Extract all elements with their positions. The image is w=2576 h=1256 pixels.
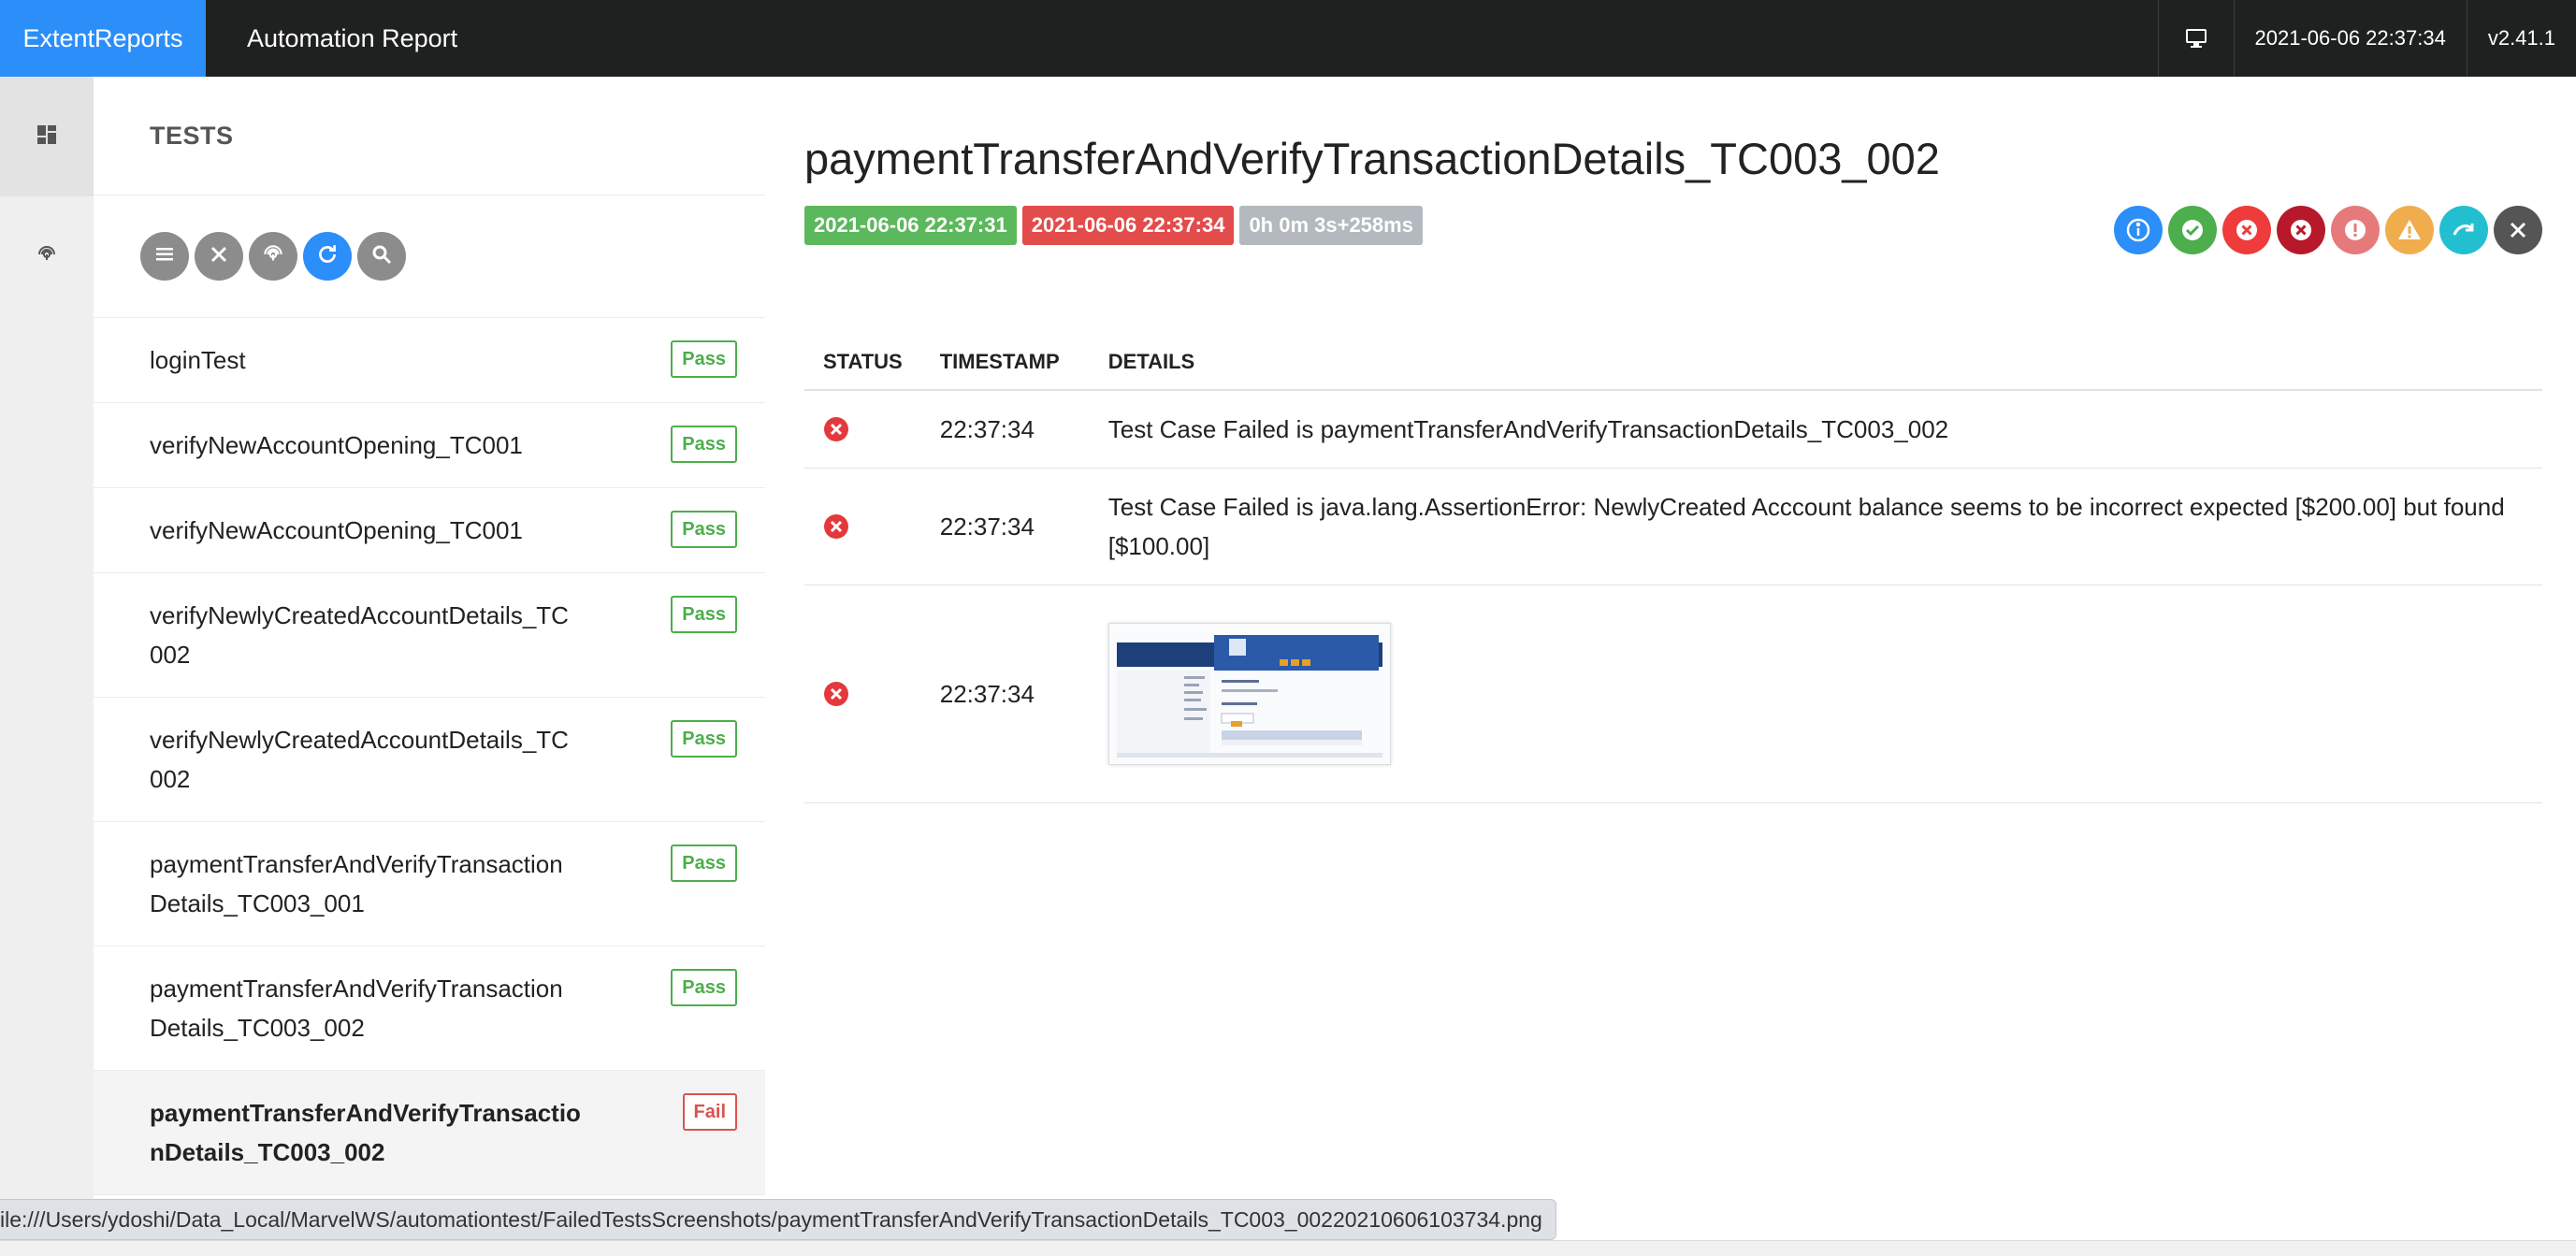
status-badge: Fail: [682, 1093, 737, 1131]
side-nav: [0, 77, 94, 1255]
test-name: verifyNewAccountOpening_TC001: [150, 431, 523, 459]
link-status-bar: ile:///Users/ydoshi/Data_Local/MarvelWS/…: [0, 1199, 1556, 1240]
filter-search-button[interactable]: [357, 232, 406, 281]
test-name: verifyNewlyCreatedAccountDetails_TC 002: [150, 601, 569, 669]
log-details: [1089, 585, 2542, 803]
test-item[interactable]: verifyNewAccountOpening_TC001 Pass: [94, 488, 765, 573]
pass-icon[interactable]: [2168, 206, 2217, 254]
test-filters: [94, 195, 765, 318]
report-name: Automation Report: [247, 23, 458, 52]
status-badge: Pass: [671, 511, 737, 548]
filter-category-button[interactable]: [249, 232, 297, 281]
fingerprint-icon: [36, 243, 58, 270]
log-status: [804, 585, 921, 803]
log-row: 22:37:34 Test Case Failed is java.lang.A…: [804, 468, 2542, 585]
dashboard-icon: [36, 124, 57, 150]
log-status: [804, 468, 921, 585]
window-bottom-strip: [0, 1240, 2576, 1256]
test-item[interactable]: verifyNewlyCreatedAccountDetails_TC 002 P…: [94, 573, 765, 698]
filter-list-button[interactable]: [140, 232, 189, 281]
test-item-selected[interactable]: paymentTransferAndVerifyTransactio nDetai…: [94, 1071, 765, 1195]
status-filter-icons: [2114, 206, 2542, 254]
test-name: verifyNewAccountOpening_TC001: [150, 516, 523, 544]
log-details: Test Case Failed is paymentTransferAndVe…: [1089, 390, 2542, 469]
test-name: paymentTransferAndVerifyTransactionDetai…: [150, 1099, 581, 1166]
fail-icon: [824, 514, 848, 539]
test-item[interactable]: verifyNewAccountOpening_TC001 Pass: [94, 403, 765, 488]
clear-icon[interactable]: [2494, 206, 2542, 254]
refresh-icon: [315, 242, 340, 271]
log-details: Test Case Failed is java.lang.AssertionE…: [1089, 468, 2542, 585]
log-timestamp: 22:37:34: [920, 468, 1090, 585]
status-badge: Pass: [671, 969, 737, 1006]
log-status: [804, 390, 921, 469]
status-badge: Pass: [671, 845, 737, 882]
monitor-icon[interactable]: [2157, 0, 2234, 77]
error-icon[interactable]: [2331, 206, 2380, 254]
status-badge: Pass: [671, 596, 737, 633]
filter-clear-button[interactable]: [195, 232, 243, 281]
search-icon: [370, 243, 393, 270]
tests-panel-title: TESTS: [94, 77, 765, 195]
test-name: paymentTransferAndVerifyTransactionDetai…: [150, 974, 563, 1042]
fail-icon[interactable]: [2222, 206, 2271, 254]
filter-refresh-button[interactable]: [303, 232, 352, 281]
log-timestamp: 22:37:34: [920, 390, 1090, 469]
tests-panel: TESTS loginTest Pass verifyNewAccountOpe…: [94, 77, 766, 1255]
test-item[interactable]: verifyNewlyCreatedAccountDetails_TC 002 P…: [94, 698, 765, 822]
top-right-info: 2021-06-06 22:37:34 v2.41.1: [2157, 0, 2576, 77]
log-table: STATUS TIMESTAMP DETAILS 22:37:34 Test C…: [804, 340, 2542, 803]
status-badge: Pass: [671, 340, 737, 378]
timestamp-header: TIMESTAMP: [920, 340, 1090, 391]
nav-dashboard[interactable]: [0, 77, 94, 196]
info-icon[interactable]: [2114, 206, 2163, 254]
screenshot-thumbnail[interactable]: [1107, 623, 1391, 765]
warning-icon[interactable]: [2385, 206, 2434, 254]
brand-logo[interactable]: ExtentReports: [0, 0, 206, 77]
test-item[interactable]: paymentTransferAndVerifyTransaction Detai…: [94, 822, 765, 946]
start-time-badge: 2021-06-06 22:37:31: [804, 206, 1017, 245]
test-name: paymentTransferAndVerifyTransactionDetai…: [150, 850, 563, 917]
list-icon: [153, 243, 176, 270]
top-navbar: ExtentReports Automation Report 2021-06-…: [0, 0, 2576, 77]
status-header: STATUS: [804, 340, 921, 391]
fingerprint-icon: [261, 242, 285, 271]
report-version: v2.41.1: [2466, 0, 2576, 77]
duration-badge: 0h 0m 3s+258ms: [1239, 206, 1423, 245]
test-name: loginTest: [150, 346, 246, 374]
test-item[interactable]: paymentTransferAndVerifyTransaction Detai…: [94, 946, 765, 1071]
details-header: DETAILS: [1089, 340, 2542, 391]
status-badge: Pass: [671, 426, 737, 463]
close-icon: [209, 244, 229, 269]
log-timestamp: 22:37:34: [920, 585, 1090, 803]
skip-icon[interactable]: [2439, 206, 2488, 254]
time-badges: 2021-06-06 22:37:31 2021-06-06 22:37:34 …: [804, 206, 1423, 245]
status-badge: Pass: [671, 720, 737, 758]
test-title: paymentTransferAndVerifyTransactionDetai…: [804, 134, 1940, 183]
fatal-icon[interactable]: [2277, 206, 2325, 254]
fail-icon: [824, 682, 848, 706]
test-detail: paymentTransferAndVerifyTransactionDetai…: [765, 77, 2576, 1255]
test-name: verifyNewlyCreatedAccountDetails_TC 002: [150, 726, 569, 793]
log-row: 22:37:34 Test Case Failed is paymentTran…: [804, 390, 2542, 469]
nav-categories[interactable]: [0, 196, 94, 316]
test-list: loginTest Pass verifyNewAccountOpening_T…: [94, 318, 765, 1195]
test-item[interactable]: loginTest Pass: [94, 318, 765, 403]
fail-icon: [824, 417, 848, 441]
end-time-badge: 2021-06-06 22:37:34: [1021, 206, 1235, 245]
report-datetime: 2021-06-06 22:37:34: [2233, 0, 2467, 77]
log-table-header: STATUS TIMESTAMP DETAILS: [804, 340, 2542, 391]
log-row: 22:37:34: [804, 585, 2542, 803]
